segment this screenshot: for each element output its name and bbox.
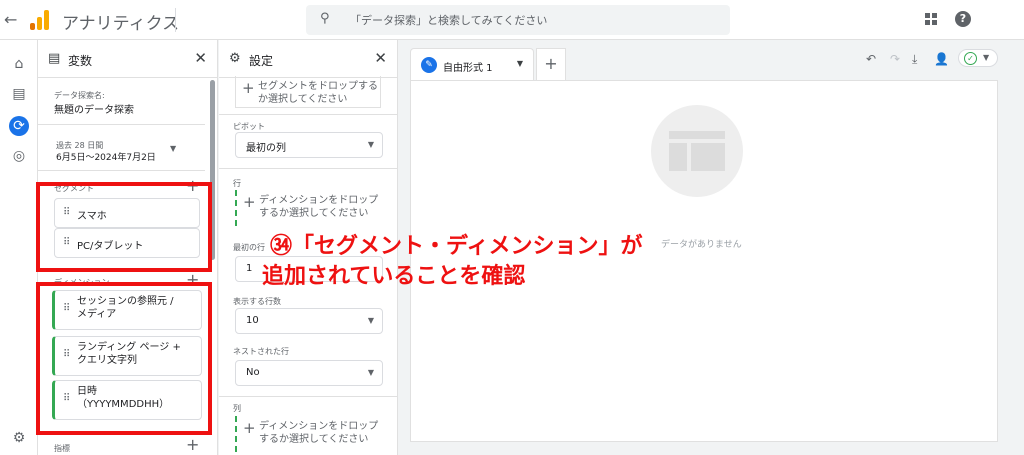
redo-icon[interactable]: ↷: [890, 52, 900, 66]
status-button[interactable]: ✓ ▼: [958, 49, 998, 67]
chevron-down-icon: ▼: [983, 53, 990, 62]
home-icon[interactable]: ⌂: [9, 54, 29, 74]
segment-highlight-box: [36, 182, 212, 272]
top-bar: ← アナリティクス ⚲ 「データ探索」と検索してみてください ?: [0, 0, 1024, 40]
divider: [219, 168, 397, 169]
left-nav-rail: ⌂ ▤ ⟳ ◎ ⚙: [0, 40, 38, 455]
app-title: アナリティクス: [62, 14, 180, 34]
plus-icon: +: [242, 79, 255, 97]
variables-panel-header: ▤ 変数 ✕: [38, 40, 217, 78]
exploration-name[interactable]: 無題のデータ探索: [54, 101, 134, 116]
nested-rows-select[interactable]: No ▼: [235, 360, 383, 386]
check-circle-icon: ✓: [964, 52, 977, 65]
variables-title: 変数: [68, 54, 93, 68]
exploration-name-label: データ探索名:: [54, 91, 105, 100]
divider: [219, 114, 397, 115]
search-bar[interactable]: ⚲ 「データ探索」と検索してみてください: [306, 5, 730, 35]
chevron-down-icon: ▼: [367, 316, 374, 325]
divider: [38, 124, 205, 125]
show-rows-label: 表示する行数: [233, 297, 281, 306]
drop-text-line2: するか選択してください: [259, 434, 369, 445]
back-arrow-icon[interactable]: ←: [4, 10, 17, 29]
admin-gear-icon[interactable]: ⚙: [9, 428, 29, 448]
drop-text-line1: セグメントをドロップする: [258, 81, 378, 92]
pivot-label: ピボット: [233, 122, 265, 131]
pivot-value: 最初の列: [246, 143, 286, 154]
empty-state-text: データがありません: [661, 240, 742, 250]
undo-icon[interactable]: ↶: [866, 52, 876, 66]
add-tab-button[interactable]: +: [536, 48, 566, 80]
close-icon[interactable]: ✕: [374, 49, 387, 67]
drop-text-line2: するか選択してください: [259, 208, 369, 219]
rows-label: 行: [233, 179, 241, 188]
title-separator: [175, 8, 176, 32]
chevron-down-icon: ▼: [367, 140, 374, 149]
settings-panel-header: ⚙ 設定 ✕: [219, 40, 397, 78]
show-rows-value: 10: [246, 315, 259, 326]
segment-drop-text: セグメントをドロップする か選択してください: [258, 80, 378, 106]
settings-gear-icon: ⚙: [229, 51, 241, 66]
rows-dropzone[interactable]: + ディメンションをドロップ するか選択してください: [235, 190, 381, 226]
pivot-select[interactable]: 最初の列 ▼: [235, 132, 383, 158]
divider: [38, 170, 205, 171]
drop-text-line2: か選択してください: [258, 94, 348, 105]
dimension-highlight-box: [36, 282, 212, 435]
tab-label: 自由形式 1: [443, 63, 493, 74]
columns-dropzone[interactable]: + ディメンションをドロップ するか選択してください: [235, 416, 381, 452]
annotation-line-2: 追加されていることを確認: [262, 264, 526, 289]
plus-icon: +: [243, 193, 256, 211]
date-range-dropdown-icon[interactable]: ▼: [170, 144, 176, 153]
columns-drop-text: ディメンションをドロップ するか選択してください: [259, 420, 378, 446]
reports-icon[interactable]: ▤: [9, 84, 29, 104]
plus-icon: +: [243, 419, 256, 437]
nested-rows-label: ネストされた行: [233, 347, 289, 356]
drop-text-line1: ディメンションをドロップ: [259, 421, 379, 432]
chevron-down-icon: ▼: [367, 368, 374, 377]
variables-icon: ▤: [48, 51, 61, 66]
first-row-value: 1: [246, 263, 253, 274]
empty-table-illustration: [651, 105, 743, 197]
analytics-logo: [30, 10, 50, 30]
annotation-line-1: ㉞「セグメント・ディメンション」が: [270, 234, 643, 259]
close-icon[interactable]: ✕: [194, 49, 207, 67]
rows-drop-text: ディメンションをドロップ するか選択してください: [259, 194, 378, 220]
drop-text-line1: ディメンションをドロップ: [259, 195, 379, 206]
pencil-icon: ✎: [421, 57, 437, 73]
date-range[interactable]: 6月5日～2024年7月2日: [56, 150, 156, 163]
columns-label: 列: [233, 404, 241, 413]
advertising-icon[interactable]: ◎: [9, 146, 29, 166]
help-icon[interactable]: ?: [955, 11, 971, 27]
chevron-down-icon[interactable]: ▼: [517, 59, 523, 68]
share-user-icon[interactable]: 👤: [934, 52, 949, 66]
explore-icon[interactable]: ⟳: [9, 116, 29, 136]
add-metric-plus-icon[interactable]: +: [186, 435, 199, 454]
tab-freeform[interactable]: ✎ 自由形式 1 ▼: [410, 48, 534, 80]
search-placeholder[interactable]: 「データ探索」と検索してみてください: [350, 12, 547, 28]
metrics-label: 指標: [54, 444, 70, 453]
search-icon: ⚲: [320, 11, 330, 26]
divider: [219, 396, 397, 397]
show-rows-select[interactable]: 10 ▼: [235, 308, 383, 334]
segment-dropzone[interactable]: + セグメントをドロップする か選択してください: [235, 76, 381, 108]
download-icon[interactable]: ⤓: [912, 52, 917, 67]
first-row-label: 最初の行: [233, 243, 265, 252]
settings-title: 設定: [249, 54, 274, 68]
apps-grid-icon[interactable]: [925, 13, 937, 25]
nested-rows-value: No: [246, 367, 260, 378]
